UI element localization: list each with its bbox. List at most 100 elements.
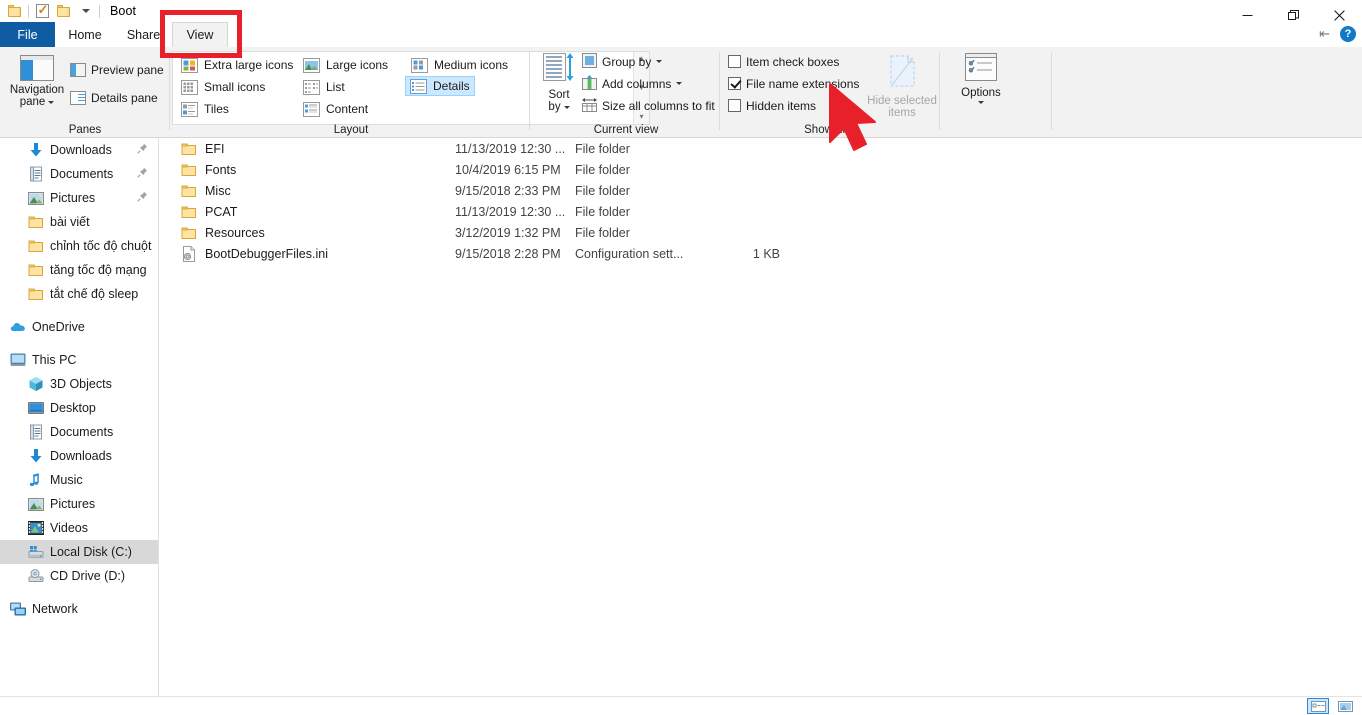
folder-icon[interactable]: [4, 0, 26, 22]
file-name-cell: BootDebuggerFiles.ini: [160, 245, 455, 262]
layout-tiles[interactable]: Tiles: [177, 99, 233, 119]
navigation-pane[interactable]: Downloads Documents Pictures bài viết chỉnh …: [0, 138, 159, 696]
pictures-icon: [28, 496, 44, 512]
help-icon[interactable]: ?: [1340, 26, 1356, 42]
file-name-extensions-checkbox[interactable]: [728, 77, 741, 90]
divider: [169, 52, 170, 130]
sidebar-item-label: chỉnh tốc độ chuột: [50, 239, 152, 253]
sidebar-item-cd-drive-d[interactable]: CD Drive (D:): [0, 564, 158, 588]
sort-by-button[interactable]: Sort by: [538, 53, 580, 113]
sidebar-item-t-ng-t-c-m-ng[interactable]: tăng tốc độ mạng: [0, 258, 158, 282]
ribbon: Navigation pane Preview pane Details pan…: [0, 47, 1362, 138]
table-row[interactable]: PCAT 11/13/2019 12:30 ... File folder: [160, 201, 1362, 222]
sidebar-item-network[interactable]: Network: [0, 597, 158, 621]
file-name-extensions-option[interactable]: File name extensions: [728, 74, 859, 93]
chevron-down-icon[interactable]: [676, 82, 683, 85]
sidebar-item-pictures[interactable]: Pictures: [0, 186, 158, 210]
tab-file[interactable]: File: [0, 22, 55, 47]
table-row[interactable]: Resources 3/12/2019 1:32 PM File folder: [160, 222, 1362, 243]
sidebar-item-3d-objects[interactable]: 3D Objects: [0, 372, 158, 396]
file-list[interactable]: EFI 11/13/2019 12:30 ... File folder Fonts 1…: [160, 138, 1362, 696]
hidden-items-checkbox[interactable]: [728, 99, 741, 112]
layout-small-icons[interactable]: Small icons: [177, 77, 269, 97]
collapse-ribbon-icon[interactable]: ⇤: [1319, 26, 1330, 42]
sidebar-item-label: OneDrive: [32, 320, 85, 334]
layout-label: Large icons: [326, 58, 389, 72]
sidebar-item-b-i-vi-t[interactable]: bài viết: [0, 210, 158, 234]
properties-icon[interactable]: [31, 0, 53, 22]
table-row[interactable]: Misc 9/15/2018 2:33 PM File folder: [160, 180, 1362, 201]
chevron-down-icon[interactable]: [978, 101, 984, 104]
folder-icon: [181, 204, 197, 220]
sidebar-item-onedrive[interactable]: OneDrive: [0, 315, 158, 339]
sidebar-item-downloads[interactable]: Downloads: [0, 138, 158, 162]
sidebar-item-local-disk-c[interactable]: Local Disk (C:): [0, 540, 158, 564]
preview-pane-button[interactable]: Preview pane: [70, 60, 164, 79]
details-pane-label: Details pane: [91, 90, 158, 105]
navigation-pane-icon: [20, 55, 54, 81]
table-row[interactable]: BootDebuggerFiles.ini 9/15/2018 2:28 PM Co…: [160, 243, 1362, 264]
details-icon: [410, 78, 427, 94]
layout-group-label: Layout: [333, 124, 369, 136]
layout-medium-icons[interactable]: Medium icons: [407, 55, 512, 75]
layout-extra-large-icons[interactable]: Extra large icons: [177, 55, 297, 75]
item-check-boxes-option[interactable]: Item check boxes: [728, 52, 839, 71]
divider: [529, 52, 530, 130]
layout-label: List: [326, 80, 345, 94]
sidebar-item-t-t-ch-sleep[interactable]: tắt chế độ sleep: [0, 282, 158, 306]
divider: [939, 52, 940, 130]
navigation-pane-button[interactable]: Navigation pane: [8, 55, 66, 108]
details-view-button[interactable]: [1307, 698, 1329, 714]
sidebar-item-music[interactable]: Music: [0, 468, 158, 492]
this-pc-icon: [10, 352, 26, 368]
table-row[interactable]: Fonts 10/4/2019 6:15 PM File folder: [160, 159, 1362, 180]
pin-icon[interactable]: [137, 191, 148, 205]
add-columns-button[interactable]: Add columns: [582, 74, 683, 93]
customize-qat-icon[interactable]: [75, 0, 97, 22]
sidebar-item-label: tăng tốc độ mạng: [50, 263, 147, 277]
sidebar-item-label: tắt chế độ sleep: [50, 287, 139, 301]
tab-share[interactable]: Share: [115, 22, 172, 47]
details-view-icon: [1310, 700, 1326, 712]
sidebar-item-videos[interactable]: Videos: [0, 516, 158, 540]
file-type: File folder: [575, 204, 630, 219]
folder-icon: [28, 262, 44, 278]
file-date: 10/4/2019 6:15 PM: [455, 162, 561, 177]
new-folder-icon[interactable]: [53, 0, 75, 22]
group-by-button[interactable]: Group by: [582, 52, 663, 71]
documents-icon: [28, 424, 44, 440]
sidebar-item-documents[interactable]: Documents: [0, 420, 158, 444]
sidebar-item-label: Desktop: [50, 401, 96, 415]
size-all-columns-button[interactable]: Size all columns to fit: [582, 96, 715, 115]
layout-content[interactable]: Content: [299, 99, 372, 119]
sidebar-item-ch-nh-t-c-chu-t[interactable]: chỉnh tốc độ chuột: [0, 234, 158, 258]
file-type: File folder: [575, 183, 630, 198]
sidebar-item-desktop[interactable]: Desktop: [0, 396, 158, 420]
divider: [1051, 52, 1052, 130]
layout-label: Medium icons: [434, 58, 509, 72]
options-button[interactable]: Options: [952, 53, 1010, 104]
layout-list[interactable]: List: [299, 77, 349, 97]
details-pane-button[interactable]: Details pane: [70, 88, 158, 107]
tab-view[interactable]: View: [172, 22, 228, 47]
layout-label: Tiles: [204, 102, 229, 116]
item-check-boxes-checkbox[interactable]: [728, 55, 741, 68]
chevron-down-icon[interactable]: [563, 105, 570, 109]
pin-icon[interactable]: [137, 143, 148, 157]
tab-home[interactable]: Home: [55, 22, 115, 47]
layout-details[interactable]: Details: [405, 76, 475, 96]
sidebar-item-downloads[interactable]: Downloads: [0, 444, 158, 468]
file-name: EFI: [205, 141, 225, 156]
sidebar-item-documents[interactable]: Documents: [0, 162, 158, 186]
table-row[interactable]: EFI 11/13/2019 12:30 ... File folder: [160, 138, 1362, 159]
cd-drive-icon: [28, 568, 44, 584]
hidden-items-option[interactable]: Hidden items: [728, 96, 816, 115]
sidebar-item-this-pc[interactable]: This PC: [0, 348, 158, 372]
chevron-down-icon[interactable]: [48, 100, 55, 104]
pin-icon[interactable]: [137, 167, 148, 181]
sidebar-item-pictures[interactable]: Pictures: [0, 492, 158, 516]
chevron-down-icon[interactable]: [656, 60, 663, 63]
layout-large-icons[interactable]: Large icons: [299, 55, 392, 75]
large-icons-view-button[interactable]: [1334, 698, 1356, 714]
